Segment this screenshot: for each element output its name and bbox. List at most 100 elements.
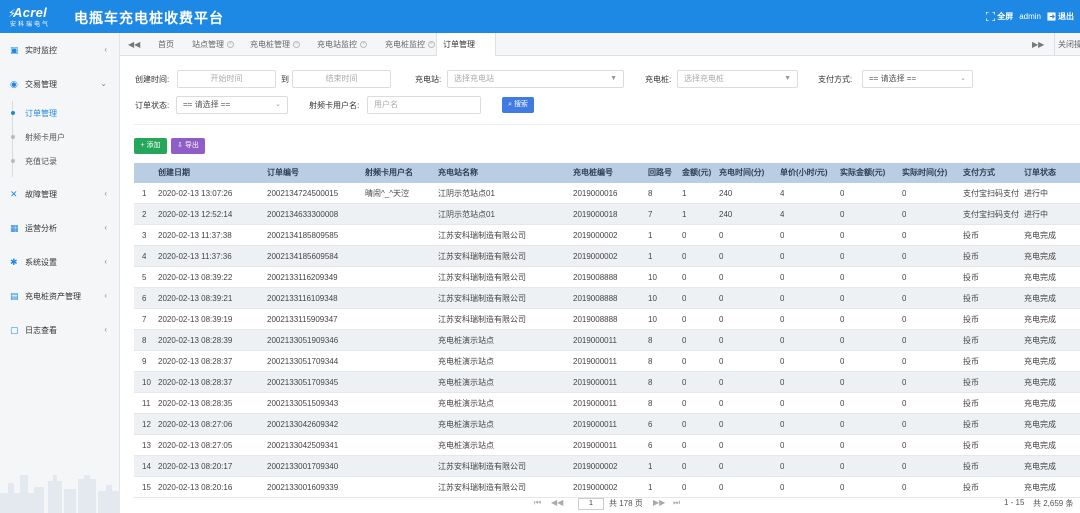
table-cell: 充电完成 — [1024, 294, 1056, 303]
table-row[interactable]: 13 2020-02-13 08:27:05 2002133042509341 充电桩… — [134, 435, 1080, 456]
table-cell: 2002134185809585 — [267, 231, 339, 240]
column-header[interactable]: 创建日期 — [158, 163, 190, 183]
sidebar-item-4[interactable]: ✱ 系统设置 ‹ — [0, 245, 119, 279]
column-header[interactable]: 充电站名称 — [438, 163, 478, 183]
tab-4[interactable]: 充电桩监控 × — [379, 33, 435, 56]
column-header[interactable]: 金额(元) — [682, 163, 711, 183]
tab-0[interactable]: 首页 — [152, 33, 182, 56]
table-cell: 2020-02-13 08:27:06 — [158, 420, 233, 429]
payment-select[interactable]: == 请选择 == ⌄ — [862, 70, 973, 88]
tab-2[interactable]: 充电桩管理 × — [244, 33, 308, 56]
tab-scroll-left-icon[interactable]: ◀◀ — [128, 33, 140, 56]
close-tabs-button[interactable]: 关闭操作 — [1054, 33, 1080, 56]
tab-close-icon[interactable]: × — [227, 41, 234, 49]
last-page-icon[interactable]: ⏭ — [673, 498, 680, 508]
order-status-select[interactable]: == 请选择 == ⌄ — [176, 96, 288, 114]
start-time-input[interactable]: 开始时间 — [177, 70, 276, 88]
chevron-left-icon: ‹ — [104, 325, 107, 334]
table-row[interactable]: 2 2020-02-13 12:52:14 2002134633300008 江阴示范… — [134, 204, 1080, 225]
export-button[interactable]: ⇩ 导出 — [171, 138, 205, 154]
logout-button[interactable]: 退出 — [1047, 11, 1074, 22]
table-cell: 2002133051509343 — [267, 399, 339, 408]
table-row[interactable]: 6 2020-02-13 08:39:21 2002133116109348 江苏安科… — [134, 288, 1080, 309]
sidebar-item-label: 日志查看 — [25, 325, 57, 335]
table-row[interactable]: 9 2020-02-13 08:28:37 2002133051709344 充电桩演… — [134, 351, 1080, 372]
table-cell: 0 — [719, 378, 724, 387]
tab-3[interactable]: 充电站监控 × — [311, 33, 375, 56]
tab-5[interactable]: 订单管理 — [436, 33, 496, 56]
sidebar-item-2[interactable]: ✕ 故障管理 ‹ — [0, 177, 119, 211]
table-cell: 2020-02-13 08:39:21 — [158, 294, 233, 303]
pagination: ⏮ ◀◀ 1 共 178 页 ▶▶ ⏭ 1 - 15 共 2,659 条 — [120, 495, 1080, 513]
app-header: ⚡ Acrel 安科瑞电气 电瓶车充电桩收费平台 全屏 admin 退出 — [0, 0, 1080, 33]
table-cell: 0 — [682, 315, 687, 324]
table-row[interactable]: 12 2020-02-13 08:27:06 2002133042609342 充电桩… — [134, 414, 1080, 435]
table-cell: 0 — [780, 420, 785, 429]
sidebar-subitem-label: 订单管理 — [25, 108, 57, 118]
search-button[interactable]: ⌕ 搜索 — [502, 97, 534, 113]
table-cell: 0 — [840, 273, 845, 282]
table-row[interactable]: 14 2020-02-13 08:20:17 2002133001709340 江苏安… — [134, 456, 1080, 477]
tab-close-icon[interactable]: × — [293, 41, 300, 49]
table-row[interactable]: 11 2020-02-13 08:28:35 2002133051509343 充电桩… — [134, 393, 1080, 414]
table-cell: 0 — [719, 315, 724, 324]
table-cell: 0 — [902, 210, 907, 219]
table-cell: 充电完成 — [1024, 378, 1056, 387]
tab-close-icon[interactable]: × — [360, 41, 367, 49]
table-cell: 0 — [682, 399, 687, 408]
table-row[interactable]: 10 2020-02-13 08:28:37 2002133051709345 充电桩… — [134, 372, 1080, 393]
table-cell: 2019000011 — [573, 357, 617, 366]
column-header[interactable]: 充电时间(分) — [719, 163, 764, 183]
analysis-icon: ▦ — [10, 222, 19, 233]
fullscreen-button[interactable]: 全屏 — [986, 11, 1013, 22]
column-header[interactable]: 实际时间(分) — [902, 163, 947, 183]
sidebar-subitem-2[interactable]: 充值记录 — [0, 149, 119, 173]
next-page-icon[interactable]: ▶▶ — [653, 498, 665, 507]
table-row[interactable]: 4 2020-02-13 11:37:36 2002134185609584 江苏安科… — [134, 246, 1080, 267]
column-header[interactable]: 订单状态 — [1024, 163, 1056, 183]
pile-select[interactable]: 选择充电桩 ▼ — [677, 70, 798, 88]
table-cell: 充电桩演示站点 — [438, 357, 494, 366]
table-cell: 投币 — [963, 315, 979, 324]
user-name[interactable]: admin — [1019, 12, 1041, 21]
sidebar-item-1[interactable]: ◉ 交易管理 ⌄ — [0, 67, 119, 101]
column-header[interactable]: 实际金额(元) — [840, 163, 885, 183]
column-header[interactable]: 单价(小时/元) — [780, 163, 828, 183]
sidebar-item-6[interactable]: ▢ 日志查看 ‹ — [0, 313, 119, 347]
table-row[interactable]: 3 2020-02-13 11:37:38 2002134185809585 江苏安科… — [134, 225, 1080, 246]
first-page-icon[interactable]: ⏮ — [534, 498, 541, 508]
sidebar-subitem-0[interactable]: 订单管理 — [0, 101, 119, 125]
table-cell: 江苏安科瑞制造有限公司 — [438, 252, 526, 261]
column-header[interactable]: 支付方式 — [963, 163, 995, 183]
column-header[interactable]: 订单编号 — [267, 163, 299, 183]
page-input[interactable]: 1 — [578, 498, 604, 510]
row-number: 2 — [142, 210, 147, 219]
chevron-down-icon: ▼ — [784, 75, 791, 82]
table-row[interactable]: 1 2020-02-13 13:07:26 2002134724500015 晴闹^_… — [134, 183, 1080, 204]
tab-scroll-right-icon[interactable]: ▶▶ — [1032, 33, 1044, 56]
table-row[interactable]: 7 2020-02-13 08:39:19 2002133115909347 江苏安科… — [134, 309, 1080, 330]
table-cell: 投币 — [963, 252, 979, 261]
sidebar-item-3[interactable]: ▦ 运营分析 ‹ — [0, 211, 119, 245]
station-select[interactable]: 选择充电站 ▼ — [447, 70, 624, 88]
table-cell: 投币 — [963, 462, 979, 471]
prev-page-icon[interactable]: ◀◀ — [551, 498, 563, 507]
table-cell: 0 — [682, 462, 687, 471]
row-number: 1 — [142, 189, 147, 198]
tab-1[interactable]: 站点管理 × — [186, 33, 241, 56]
table-cell: 1 — [648, 252, 653, 261]
column-header[interactable]: 回路号 — [648, 163, 672, 183]
table-cell: 2002134724500015 — [267, 189, 339, 198]
table-row[interactable]: 5 2020-02-13 08:39:22 2002133116209349 江苏安科… — [134, 267, 1080, 288]
sidebar-item-0[interactable]: ▣ 实时监控 ‹ — [0, 33, 119, 67]
column-header[interactable]: 充电桩编号 — [573, 163, 613, 183]
column-header[interactable]: 射频卡用户名 — [365, 163, 413, 183]
table-row[interactable]: 8 2020-02-13 08:28:39 2002133051909346 充电桩演… — [134, 330, 1080, 351]
add-button[interactable]: + 添加 — [134, 138, 167, 154]
sidebar-item-5[interactable]: ▤ 充电桩资产管理 ‹ — [0, 279, 119, 313]
tab-close-icon[interactable]: × — [428, 41, 435, 49]
table-cell: 0 — [840, 462, 845, 471]
end-time-input[interactable]: 结束时间 — [292, 70, 391, 88]
sidebar-subitem-1[interactable]: 射频卡用户 — [0, 125, 119, 149]
card-user-input[interactable]: 用户名 — [367, 96, 481, 114]
